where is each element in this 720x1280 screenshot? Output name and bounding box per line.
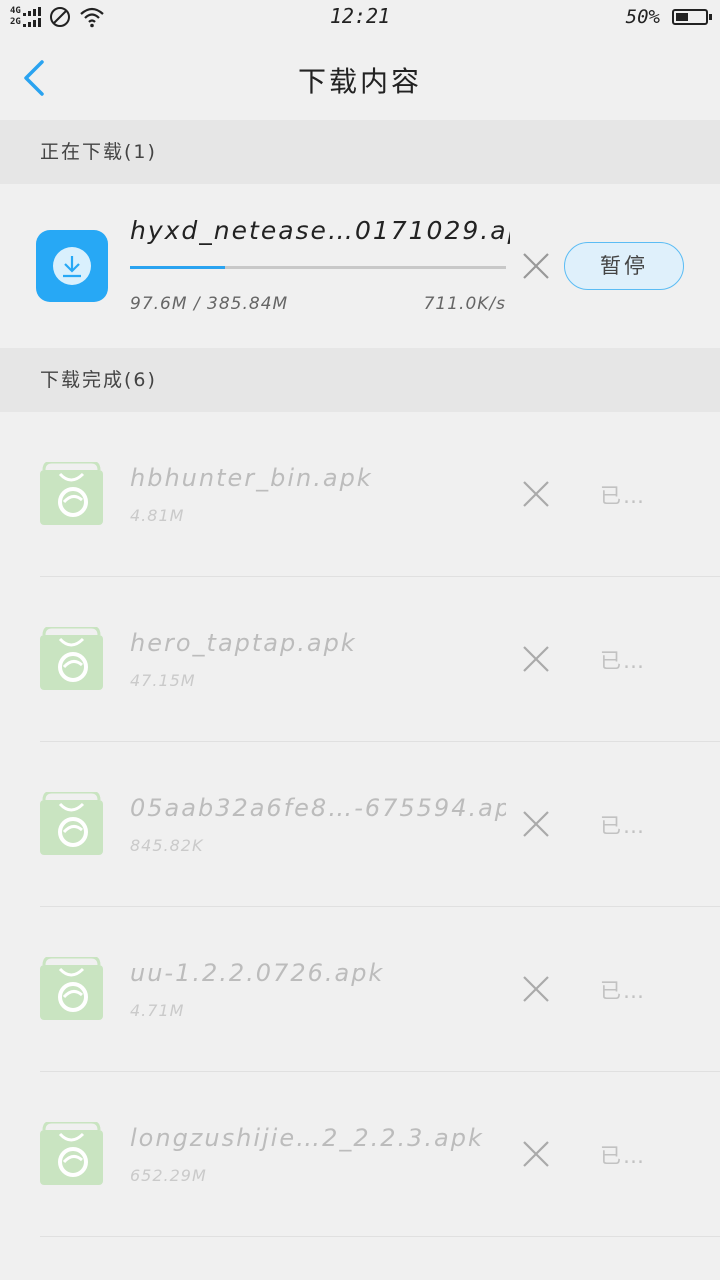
completed-file-size: 47.15M bbox=[130, 671, 196, 690]
completed-file-size: 652.29M bbox=[130, 1166, 207, 1185]
close-icon bbox=[523, 646, 549, 672]
delete-item-button[interactable] bbox=[520, 478, 552, 510]
close-icon bbox=[523, 253, 549, 279]
completed-file-name: hbhunter_bin.apk bbox=[130, 464, 373, 492]
close-icon bbox=[523, 481, 549, 507]
completed-status[interactable]: 已… bbox=[600, 1140, 646, 1170]
active-file-size: 97.6M / 385.84M bbox=[130, 294, 289, 314]
download-progress-fill bbox=[130, 266, 226, 269]
completed-status[interactable]: 已… bbox=[600, 480, 646, 510]
battery-level bbox=[676, 13, 688, 21]
section-header-downloading: 正在下载(1) bbox=[0, 120, 720, 184]
close-icon bbox=[523, 811, 549, 837]
completed-item[interactable]: hero_taptap.apk 47.15M 已… bbox=[0, 577, 720, 742]
status-time: 12:21 bbox=[329, 4, 391, 28]
completed-file-size: 845.82K bbox=[130, 836, 204, 855]
completed-status[interactable]: 已… bbox=[600, 645, 646, 675]
delete-item-button[interactable] bbox=[520, 808, 552, 840]
active-download-item: hyxd_netease…0171029.apk 97.6M / 385.84M… bbox=[0, 184, 720, 348]
completed-status[interactable]: 已… bbox=[600, 810, 646, 840]
cancel-download-button[interactable] bbox=[520, 250, 552, 282]
completed-file-size: 4.81M bbox=[130, 506, 185, 525]
package-bag-icon bbox=[40, 792, 103, 855]
completed-file-name: 05aab32a6fe8…-675594.apk bbox=[130, 794, 506, 822]
delete-item-button[interactable] bbox=[520, 973, 552, 1005]
delete-item-button[interactable] bbox=[520, 1138, 552, 1170]
active-file-name: hyxd_netease…0171029.apk bbox=[130, 216, 510, 245]
close-icon bbox=[523, 1141, 549, 1167]
package-bag-icon bbox=[40, 957, 103, 1020]
battery-percent: 50% bbox=[625, 6, 660, 28]
completed-status[interactable]: 已… bbox=[600, 975, 646, 1005]
download-app-icon bbox=[36, 230, 108, 302]
download-progress-bar bbox=[130, 266, 506, 269]
completed-file-name: longzushijie…2_2.2.3.apk bbox=[130, 1124, 484, 1152]
close-icon bbox=[523, 976, 549, 1002]
completed-item[interactable]: longzushijie…2_2.2.3.apk 652.29M 已… bbox=[0, 1072, 720, 1237]
page-title: 下载内容 bbox=[297, 65, 422, 98]
status-bar: 4G 2G 12:21 50% bbox=[0, 0, 720, 36]
app-header: 下载内容 bbox=[0, 36, 720, 121]
pause-button[interactable]: 暂停 bbox=[564, 242, 684, 290]
delete-item-button[interactable] bbox=[520, 643, 552, 675]
download-speed: 711.0K/s bbox=[423, 294, 506, 314]
status-right: 50% bbox=[625, 6, 712, 28]
section-header-completed: 下载完成(6) bbox=[0, 348, 720, 412]
row-divider bbox=[40, 1236, 720, 1237]
package-bag-icon bbox=[40, 627, 103, 690]
completed-item[interactable]: hbhunter_bin.apk 4.81M 已… bbox=[0, 412, 720, 577]
package-bag-icon bbox=[40, 1122, 103, 1185]
completed-file-name: uu-1.2.2.0726.apk bbox=[130, 959, 385, 987]
battery-icon bbox=[672, 9, 712, 25]
package-bag-icon bbox=[40, 462, 103, 525]
download-arrow-icon bbox=[63, 256, 81, 278]
completed-item[interactable]: uu-1.2.2.0726.apk 4.71M 已… bbox=[0, 907, 720, 1072]
completed-item[interactable]: 05aab32a6fe8…-675594.apk 845.82K 已… bbox=[0, 742, 720, 907]
completed-file-name: hero_taptap.apk bbox=[130, 629, 357, 657]
completed-file-size: 4.71M bbox=[130, 1001, 185, 1020]
